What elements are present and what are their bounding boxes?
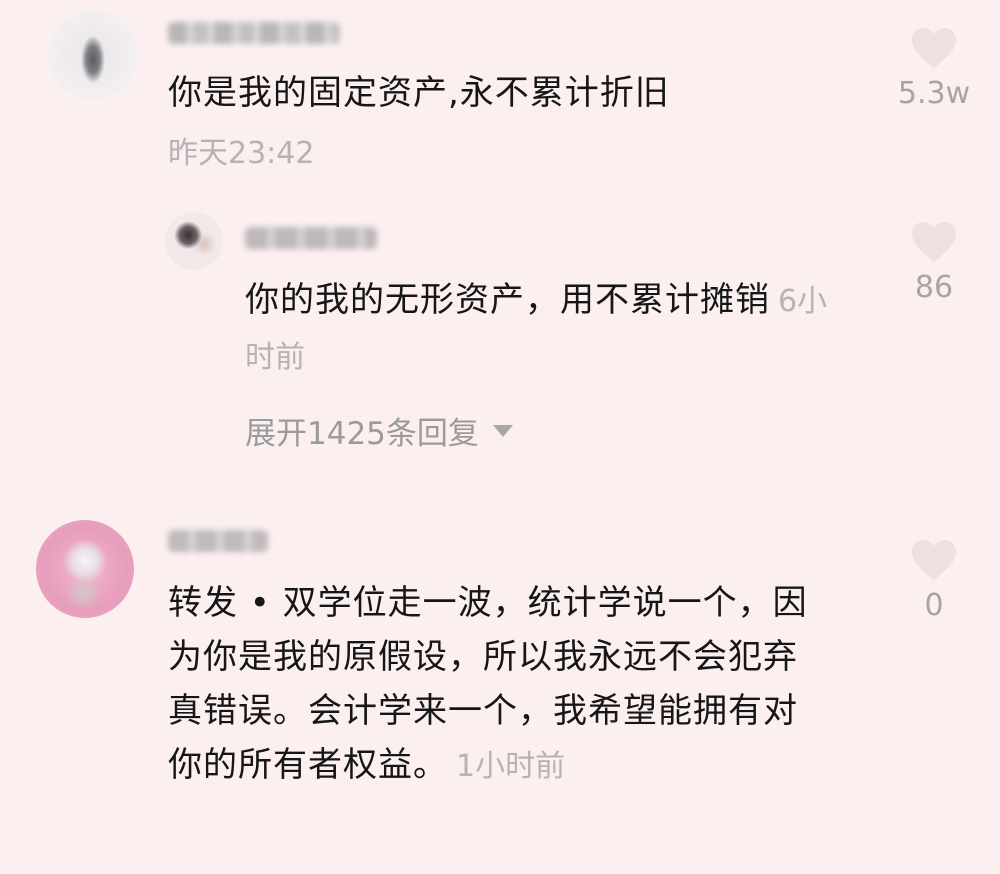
comment-time: 昨天23:42: [168, 136, 315, 171]
username-blurred[interactable]: [245, 227, 377, 249]
comment-text: 你是我的固定资产,永不累计折旧: [168, 73, 670, 113]
like-button[interactable]: 5.3w: [894, 26, 974, 111]
like-count: 5.3w: [897, 76, 971, 111]
like-count: 0: [924, 588, 944, 623]
comment-text: 转发 • 双学位走一波，统计学说一个，因为你是我的原假设，所以我永远不会犯弃真错…: [168, 576, 808, 794]
reply-text-body: 你的我的无形资产，用不累计摊销: [245, 280, 770, 320]
heart-icon: [912, 28, 956, 68]
avatar[interactable]: [48, 10, 138, 100]
avatar[interactable]: [36, 520, 134, 618]
like-button[interactable]: 0: [894, 538, 974, 623]
avatar[interactable]: [165, 212, 223, 270]
comment-time: 1小时前: [456, 749, 566, 784]
chevron-down-icon: [492, 424, 513, 437]
heart-icon: [912, 222, 956, 262]
username-blurred[interactable]: [168, 530, 268, 552]
expand-replies-button[interactable]: 展开1425条回复: [245, 408, 513, 453]
like-button[interactable]: 86: [894, 220, 974, 305]
heart-icon: [912, 540, 956, 580]
like-count: 86: [914, 270, 954, 305]
reply-text: 你的我的无形资产，用不累计摊销 6小时前: [245, 273, 845, 385]
expand-replies-label: 展开1425条回复: [245, 416, 479, 452]
username-blurred[interactable]: [168, 22, 340, 44]
